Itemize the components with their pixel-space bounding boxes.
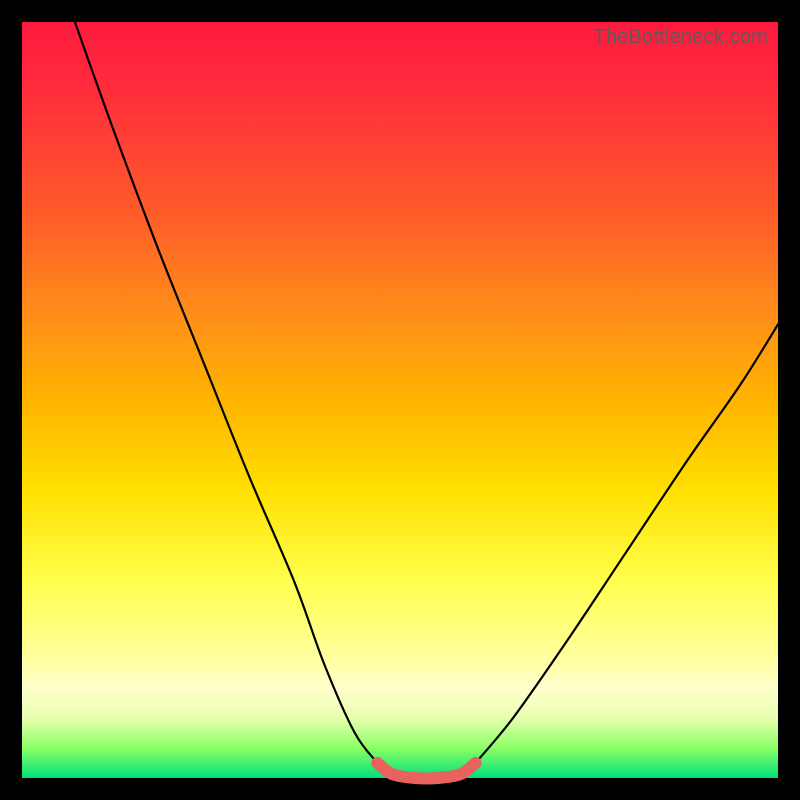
chart-plot-area: TheBottleneck.com — [22, 22, 778, 778]
chart-curves — [22, 22, 778, 778]
right-curve — [476, 324, 778, 762]
left-curve — [75, 22, 377, 763]
chart-frame: TheBottleneck.com — [0, 0, 800, 800]
bottom-highlight — [377, 763, 475, 779]
